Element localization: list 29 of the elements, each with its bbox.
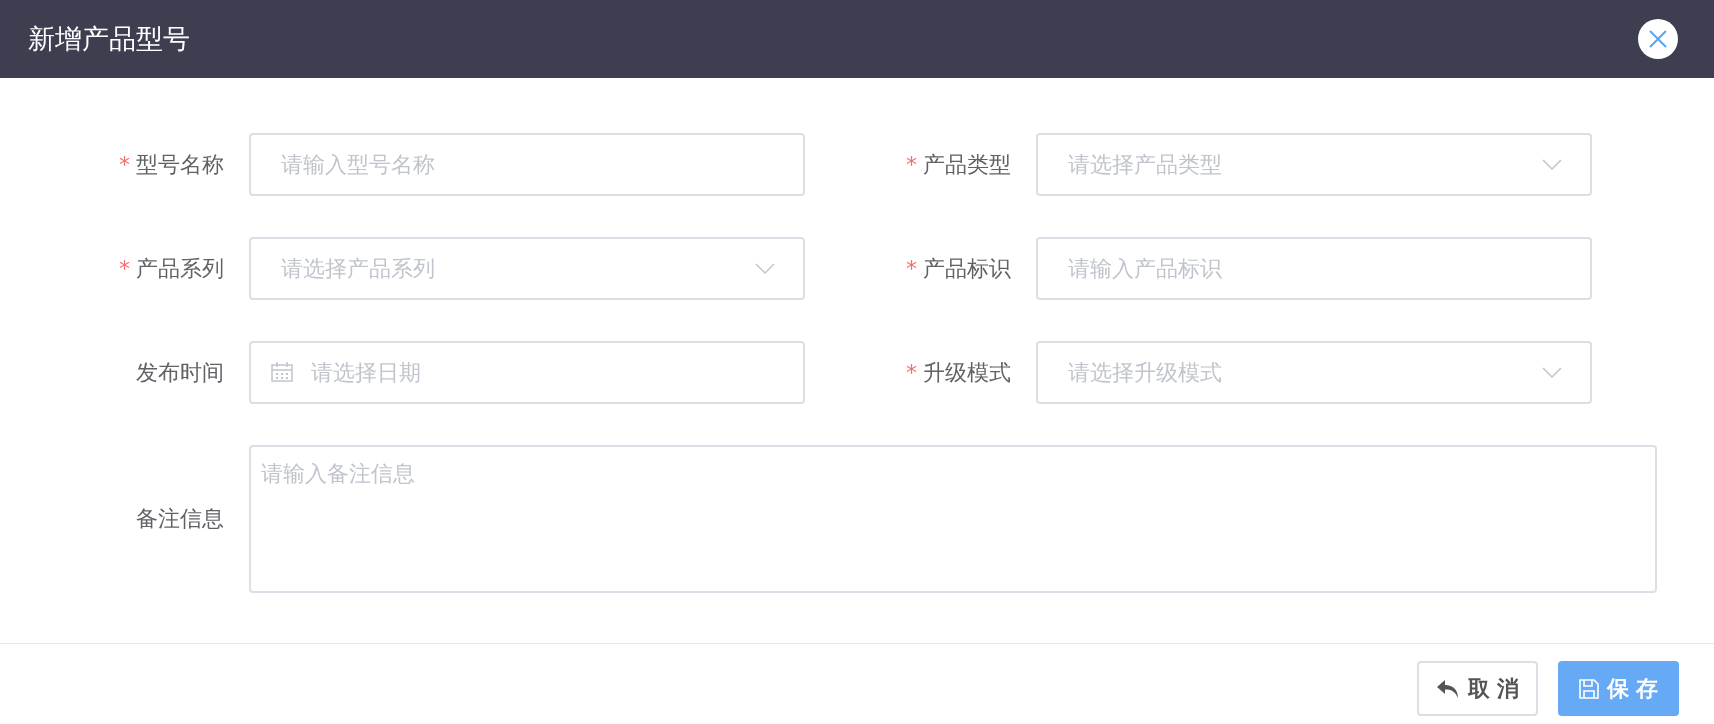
undo-icon [1435, 678, 1460, 699]
required-mark: * [119, 152, 130, 177]
dialog-title: 新增产品型号 [28, 22, 190, 56]
chevron-down-icon [1542, 159, 1562, 171]
chevron-down-icon [1542, 367, 1562, 379]
close-icon [1648, 29, 1668, 49]
date-field[interactable]: 请选择日期 [249, 341, 805, 404]
field-label: 备注信息 [136, 505, 224, 533]
input-field[interactable]: 请输入型号名称 [249, 133, 805, 196]
field-label: 产品标识 [923, 254, 1011, 283]
input-field[interactable]: 请输入产品标识 [1036, 237, 1592, 300]
select-field[interactable]: 请选择产品系列 [249, 237, 805, 300]
chevron-down-icon [755, 263, 775, 275]
field-label: 产品系列 [136, 254, 224, 283]
remarks-field[interactable]: 请输入备注信息 [249, 445, 1657, 593]
field-label: 发布时间 [136, 358, 224, 387]
field-label: 产品类型 [923, 150, 1011, 179]
select-field[interactable]: 请选择产品类型 [1036, 133, 1592, 196]
field-label: 型号名称 [136, 150, 224, 179]
calendar-icon [271, 362, 293, 382]
save-icon [1578, 678, 1599, 699]
required-mark: * [906, 360, 917, 385]
close-button[interactable] [1638, 19, 1678, 59]
select-field[interactable]: 请选择升级模式 [1036, 341, 1592, 404]
required-mark: * [119, 256, 130, 281]
required-mark: * [906, 152, 917, 177]
cancel-button[interactable]: 取 消 [1417, 661, 1538, 716]
required-mark: * [906, 256, 917, 281]
field-label: 升级模式 [923, 358, 1011, 387]
